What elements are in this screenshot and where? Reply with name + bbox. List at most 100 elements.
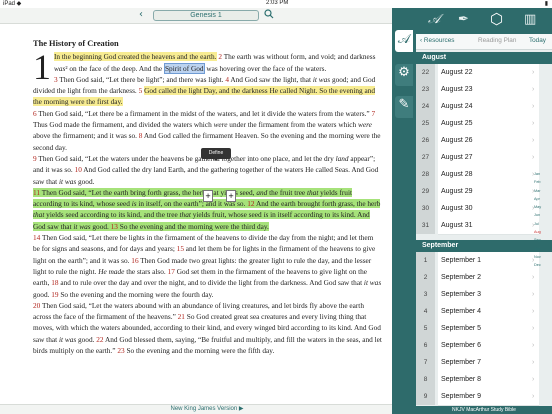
verse-19[interactable]: So the evening and the morning were the … — [60, 290, 213, 299]
day-label: September 2 — [438, 269, 539, 287]
chevron-right-icon: › — [532, 86, 535, 93]
verse-1[interactable]: In the beginning God created the heavens… — [54, 52, 217, 62]
reading-plan-day[interactable]: 7 September 7 › — [416, 354, 552, 372]
day-label: August 28 — [438, 166, 539, 184]
reading-plan-day[interactable]: 2 September 2 › — [416, 269, 552, 287]
day-label: August 25 — [438, 115, 539, 133]
reading-plan-day[interactable]: 26 August 26 › — [416, 132, 552, 150]
battery-icon: ▮ — [544, 1, 548, 7]
day-label: September 7 — [438, 354, 539, 372]
reading-plan-day[interactable]: 23 August 23 › — [416, 81, 552, 99]
verse-number: 23 — [117, 346, 125, 356]
reader-toolbar: ‹ Genesis 1 — [0, 8, 414, 24]
chevron-right-icon: › — [532, 393, 535, 400]
verse-3[interactable]: Then God said, “Let there be light”; and… — [59, 75, 225, 84]
section-heading: The History of Creation — [33, 39, 119, 48]
today-button[interactable]: Today — [529, 37, 546, 44]
verse-6[interactable]: Then God said, “Let there be a firmament… — [38, 109, 371, 118]
month-index-item[interactable]: Aug — [534, 228, 552, 236]
resources-back-button[interactable]: ‹ Resources — [420, 37, 454, 44]
day-label: August 29 — [438, 183, 539, 201]
panel-title: Reading Plan — [478, 37, 517, 44]
script-a-icon[interactable]: 𝒜 — [428, 12, 440, 27]
book-chapter-selector[interactable]: Genesis 1 — [153, 10, 259, 21]
chevron-left-icon[interactable]: ‹ — [139, 9, 143, 20]
day-number: 9 — [416, 388, 435, 406]
reading-plan-day[interactable]: 3 September 3 › — [416, 286, 552, 304]
chapter-number: 1 — [33, 47, 51, 88]
day-label: September 4 — [438, 303, 539, 321]
tool-rail: 𝒜 ⚙ ✎ — [392, 8, 416, 414]
chevron-right-icon: › — [532, 325, 535, 332]
chevron-right-icon: › — [532, 137, 535, 144]
verse-number: 4 — [225, 74, 229, 84]
search-icon[interactable] — [264, 9, 274, 19]
month-index-item[interactable]: Nov — [534, 253, 552, 261]
panel-header: ‹ Resources Reading Plan Today — [416, 34, 552, 50]
reading-plan-panel: 𝒜 ✒ ⬡ ▥ ‹ Resources Reading Plan Today A… — [416, 8, 552, 414]
reading-plan-day[interactable]: 25 August 25 › — [416, 115, 552, 133]
day-label: August 30 — [438, 200, 539, 218]
day-number: 31 — [416, 217, 435, 235]
month-index-item[interactable]: May — [534, 203, 552, 211]
verse-number: 8 — [138, 131, 143, 141]
reading-plan-day[interactable]: 28 August 28 › — [416, 166, 552, 184]
reading-plan-day[interactable]: 27 August 27 › — [416, 149, 552, 167]
verse-23[interactable]: So the evening and the morning were the … — [126, 346, 274, 355]
reading-plan-day[interactable]: 22 August 22 › — [416, 64, 552, 82]
day-number: 5 — [416, 320, 435, 338]
verse-number: 18 — [51, 278, 59, 288]
day-label: September 5 — [438, 320, 539, 338]
reading-plan-day[interactable]: 4 September 4 › — [416, 303, 552, 321]
reading-plan-day[interactable]: 6 September 6 › — [416, 337, 552, 355]
day-number: 8 — [416, 371, 435, 389]
reading-plan-day[interactable]: 9 September 9 › — [416, 388, 552, 406]
chevron-right-icon: › — [532, 274, 535, 281]
resource-title: NKJV MacArthur Study Bible — [416, 406, 552, 414]
reading-plan-day[interactable]: 8 September 8 › — [416, 371, 552, 389]
month-index[interactable]: Jan Feb Mar Apr May Jun Jul Aug Sep Oct Nov Dec — [534, 170, 552, 270]
reading-plan-day[interactable]: 24 August 24 › — [416, 98, 552, 116]
chevron-right-icon: › — [532, 69, 535, 76]
reading-plan-day[interactable]: 31 August 31 › — [416, 217, 552, 235]
month-index-item[interactable]: Jul — [534, 220, 552, 228]
quill-icon[interactable]: ✒ — [458, 12, 469, 27]
selected-text[interactable]: Spirit of God — [164, 62, 205, 74]
day-label: September 1 — [438, 252, 539, 270]
define-popup-arrow — [213, 158, 219, 161]
month-index-item[interactable]: Jan — [534, 170, 552, 178]
day-label: August 22 — [438, 64, 539, 82]
library-icon[interactable]: ▥ — [524, 12, 536, 27]
reading-plan-day[interactable]: 29 August 29 › — [416, 183, 552, 201]
verse-number: 5 — [138, 86, 143, 96]
day-number: 24 — [416, 98, 435, 116]
month-index-item[interactable]: Apr — [534, 195, 552, 203]
gear-icon[interactable]: ⚙ — [392, 65, 416, 80]
chevron-right-icon: › — [532, 308, 535, 315]
month-index-item[interactable]: Mar — [534, 187, 552, 195]
month-index-item[interactable]: Feb — [534, 178, 552, 186]
day-number: 23 — [416, 81, 435, 99]
device-label: iPad ◆ — [3, 1, 22, 7]
month-index-item[interactable]: Sep — [534, 236, 552, 244]
reading-plan-day[interactable]: 5 September 5 › — [416, 320, 552, 338]
chevron-right-icon: › — [532, 103, 535, 110]
day-label: September 3 — [438, 286, 539, 304]
script-a-icon[interactable]: 𝒜 — [392, 32, 416, 47]
verse-10[interactable]: And God called the dry land Earth, and t… — [33, 165, 378, 185]
verse-number: 15 — [176, 244, 184, 254]
month-index-item[interactable]: Dec — [534, 261, 552, 269]
reading-plan-day[interactable]: 1 September 1 › — [416, 252, 552, 270]
verse-number: 2 — [218, 52, 222, 62]
pencil-icon[interactable]: ✎ — [392, 97, 416, 112]
version-selector[interactable]: New King James Version ▶ — [0, 404, 414, 414]
cube-icon[interactable]: ⬡ — [490, 10, 503, 28]
selection-handle-start[interactable]: + — [203, 190, 213, 202]
month-index-item[interactable]: Jun — [534, 211, 552, 219]
day-number: 4 — [416, 303, 435, 321]
verse-number: 7 — [371, 108, 376, 118]
month-index-item[interactable]: Oct — [534, 245, 552, 253]
reading-plan-day[interactable]: 30 August 30 › — [416, 200, 552, 218]
selection-handle-end[interactable]: + — [226, 190, 236, 202]
day-label: August 23 — [438, 81, 539, 99]
